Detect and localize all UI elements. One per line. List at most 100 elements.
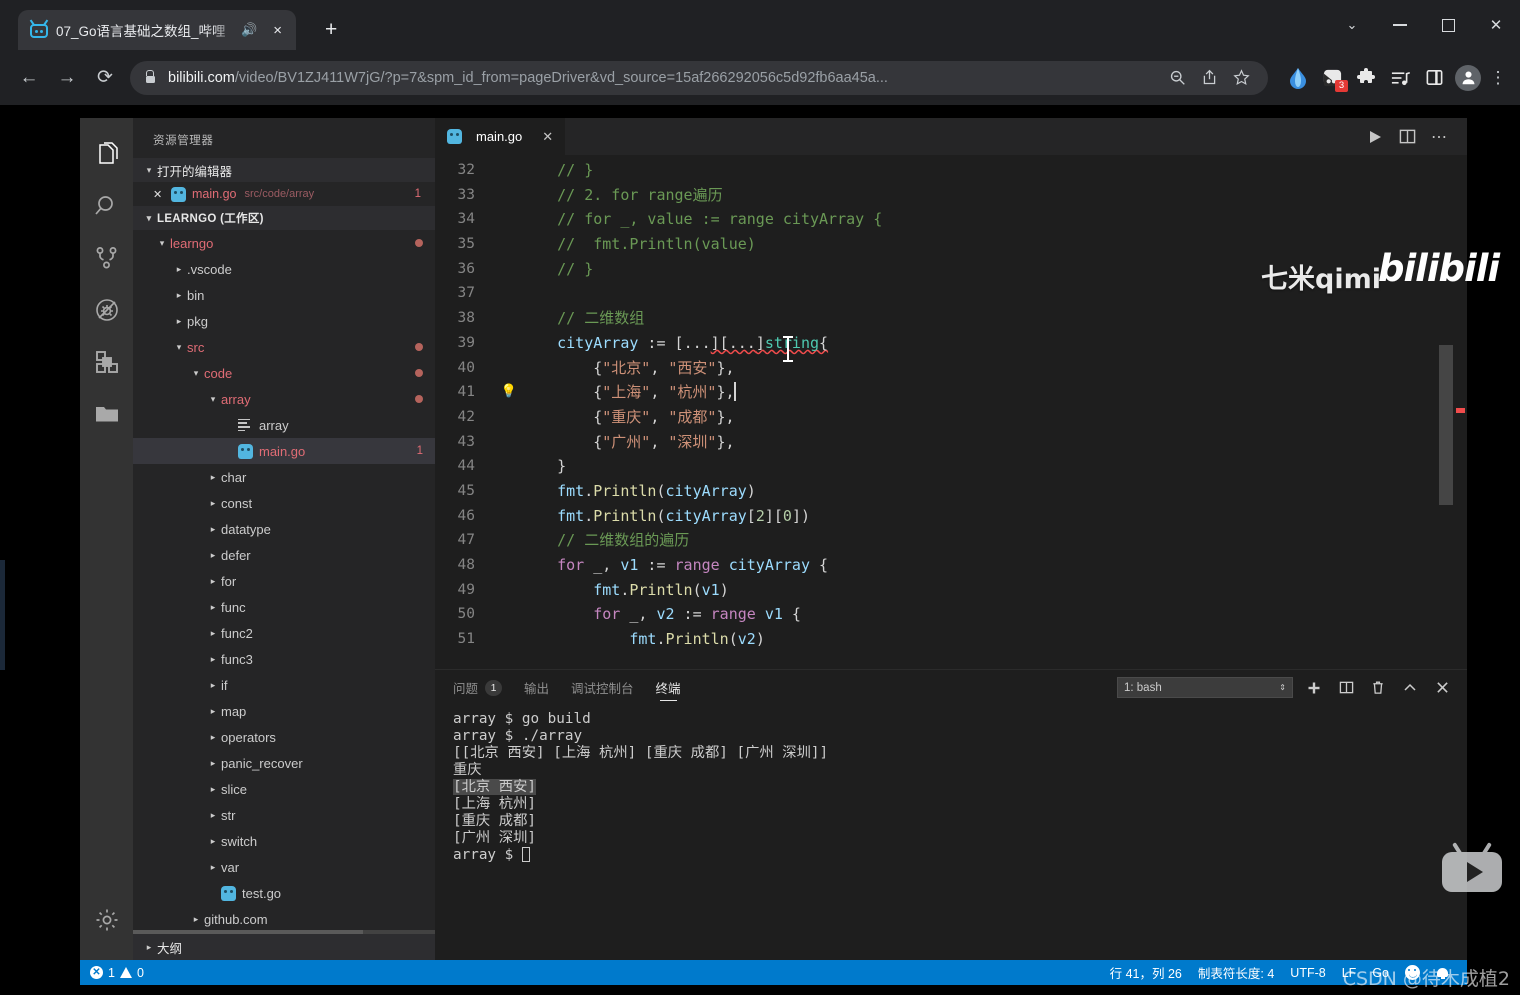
tree-item-code[interactable]: code: [133, 360, 435, 386]
explorer-sidebar: 资源管理器 打开的编辑器 ✕ main.go src/code/array 1: [133, 118, 435, 960]
cursor-position[interactable]: 行 41，列 26: [1110, 963, 1182, 982]
tree-item-defer[interactable]: defer: [133, 542, 435, 568]
tree-item-switch[interactable]: switch: [133, 828, 435, 854]
split-terminal-icon[interactable]: [1335, 677, 1357, 699]
line-number: 32: [457, 162, 475, 178]
collapse-window-button[interactable]: ⌄: [1328, 4, 1376, 46]
tree-item-panic-recover[interactable]: panic_recover: [133, 750, 435, 776]
explorer-icon[interactable]: [80, 128, 133, 180]
open-editors-header[interactable]: 打开的编辑器: [133, 158, 435, 182]
code-line: 49 fmt.Println(v1): [435, 578, 1467, 603]
editor-scrollbar[interactable]: [1439, 155, 1453, 669]
sidepanel-icon[interactable]: [1418, 62, 1450, 94]
new-tab-button[interactable]: +: [325, 19, 337, 40]
tree-item-slice[interactable]: slice: [133, 776, 435, 802]
browser-tab[interactable]: 07_Go语言基础之数组_哔哩 🔊 ×: [18, 10, 296, 50]
tree-item-test-go[interactable]: test.go: [133, 880, 435, 906]
profile-avatar[interactable]: [1452, 62, 1484, 94]
tree-item-datatype[interactable]: datatype: [133, 516, 435, 542]
chevron-right-icon: [171, 316, 187, 327]
outline-section-header[interactable]: 大纲: [133, 934, 435, 960]
forward-button[interactable]: →: [48, 59, 86, 97]
tree-item-github-com[interactable]: github.com: [133, 906, 435, 932]
tree-item--vscode[interactable]: .vscode: [133, 256, 435, 282]
puzzle-icon[interactable]: [1350, 62, 1382, 94]
reload-button[interactable]: ⟳: [86, 59, 124, 97]
new-terminal-icon[interactable]: [1303, 677, 1325, 699]
search-icon[interactable]: [80, 180, 133, 232]
tree-item-bin[interactable]: bin: [133, 282, 435, 308]
tree-item-operators[interactable]: operators: [133, 724, 435, 750]
close-icon[interactable]: ✕: [153, 188, 171, 201]
warning-icon: [119, 967, 132, 978]
status-problems[interactable]: ✕ 1 0: [90, 966, 144, 980]
tree-item-pkg[interactable]: pkg: [133, 308, 435, 334]
code-text: {"上海", "杭州"},: [521, 382, 736, 402]
editor-tab-close-icon[interactable]: ✕: [542, 129, 553, 145]
terminal-output[interactable]: array $ go build array $ ./array [[北京 西安] …: [435, 705, 1467, 960]
tree-item-map[interactable]: map: [133, 698, 435, 724]
chevron-right-icon: [205, 550, 221, 561]
extensions-icon[interactable]: [80, 336, 133, 388]
tree-item-char[interactable]: char: [133, 464, 435, 490]
zoom-out-icon[interactable]: [1162, 63, 1192, 93]
settings-gear-icon[interactable]: [80, 894, 133, 946]
tree-item-if[interactable]: if: [133, 672, 435, 698]
close-panel-icon[interactable]: [1431, 677, 1453, 699]
terminal-selector[interactable]: 1: bash ⇕: [1117, 677, 1293, 698]
tree-item-learngo[interactable]: learngo: [133, 230, 435, 256]
code-line: 33 // 2. for range遍历: [435, 183, 1467, 208]
tree-item-array[interactable]: array: [133, 412, 435, 438]
workspace-header[interactable]: LEARNGO (工作区): [133, 206, 435, 230]
tree-item-var[interactable]: var: [133, 854, 435, 880]
tree-item-main-go[interactable]: main.go 1: [133, 438, 435, 464]
line-number: 49: [457, 581, 475, 598]
back-button[interactable]: ←: [10, 59, 48, 97]
speaker-icon[interactable]: 🔊: [241, 22, 257, 38]
split-editor-icon[interactable]: [1393, 123, 1421, 151]
tree-item-src[interactable]: src: [133, 334, 435, 360]
capture-icon[interactable]: 3: [1316, 62, 1348, 94]
tree-item-for[interactable]: for: [133, 568, 435, 594]
folder-icon[interactable]: [80, 388, 133, 440]
drop-icon[interactable]: [1282, 62, 1314, 94]
tree-item-array[interactable]: array: [133, 386, 435, 412]
browser-menu-icon[interactable]: ⋮: [1486, 68, 1510, 88]
tab-close-button[interactable]: ×: [267, 22, 288, 39]
share-icon[interactable]: [1194, 63, 1224, 93]
tree-item-label: array: [259, 417, 289, 433]
video-player-area[interactable]: 资源管理器 打开的编辑器 ✕ main.go src/code/array 1: [0, 105, 1520, 995]
panel-tab-output[interactable]: 输出: [524, 670, 549, 705]
maximize-window-button[interactable]: [1424, 4, 1472, 46]
minimize-window-button[interactable]: [1376, 4, 1424, 46]
address-bar[interactable]: bilibili.com/video/BV1ZJ411W7jG/?p=7&spm…: [130, 60, 1268, 95]
lightbulb-icon[interactable]: 💡: [497, 380, 521, 405]
kill-terminal-icon[interactable]: [1367, 677, 1389, 699]
tree-item-func3[interactable]: func3: [133, 646, 435, 672]
panel-tab-terminal[interactable]: 终端: [656, 670, 681, 705]
playlist-icon[interactable]: [1384, 62, 1416, 94]
panel-tab-debug-console[interactable]: 调试控制台: [571, 670, 634, 705]
open-editor-item[interactable]: ✕ main.go src/code/array 1: [133, 182, 435, 206]
code-text: // for _, value := range cityArray {: [557, 210, 883, 229]
star-icon[interactable]: [1226, 63, 1256, 93]
close-window-button[interactable]: ✕: [1472, 4, 1520, 46]
source-control-icon[interactable]: [80, 232, 133, 284]
more-actions-icon[interactable]: ⋯: [1425, 123, 1453, 151]
line-number: 35: [457, 236, 475, 253]
tree-item-func[interactable]: func: [133, 594, 435, 620]
maximize-panel-icon[interactable]: [1399, 677, 1421, 699]
code-editor[interactable]: 32 // } 33 // 2. for range遍历 34 // for _, …: [435, 155, 1467, 669]
run-play-icon[interactable]: [1361, 123, 1389, 151]
run-debug-disabled-icon[interactable]: [80, 284, 133, 336]
tree-item-label: if: [221, 677, 228, 693]
tab-size[interactable]: 制表符长度: 4: [1198, 963, 1274, 982]
editor-tab-main-go[interactable]: main.go ✕: [435, 118, 567, 155]
editor-scroll-thumb[interactable]: [1439, 345, 1453, 505]
encoding[interactable]: UTF-8: [1290, 966, 1325, 980]
browser-chrome: 07_Go语言基础之数组_哔哩 🔊 × + ⌄ ✕ ← → ⟳ bilibili…: [0, 0, 1520, 105]
tree-item-str[interactable]: str: [133, 802, 435, 828]
tree-item-func2[interactable]: func2: [133, 620, 435, 646]
tree-item-const[interactable]: const: [133, 490, 435, 516]
panel-tab-problems[interactable]: 问题 1: [453, 670, 503, 705]
